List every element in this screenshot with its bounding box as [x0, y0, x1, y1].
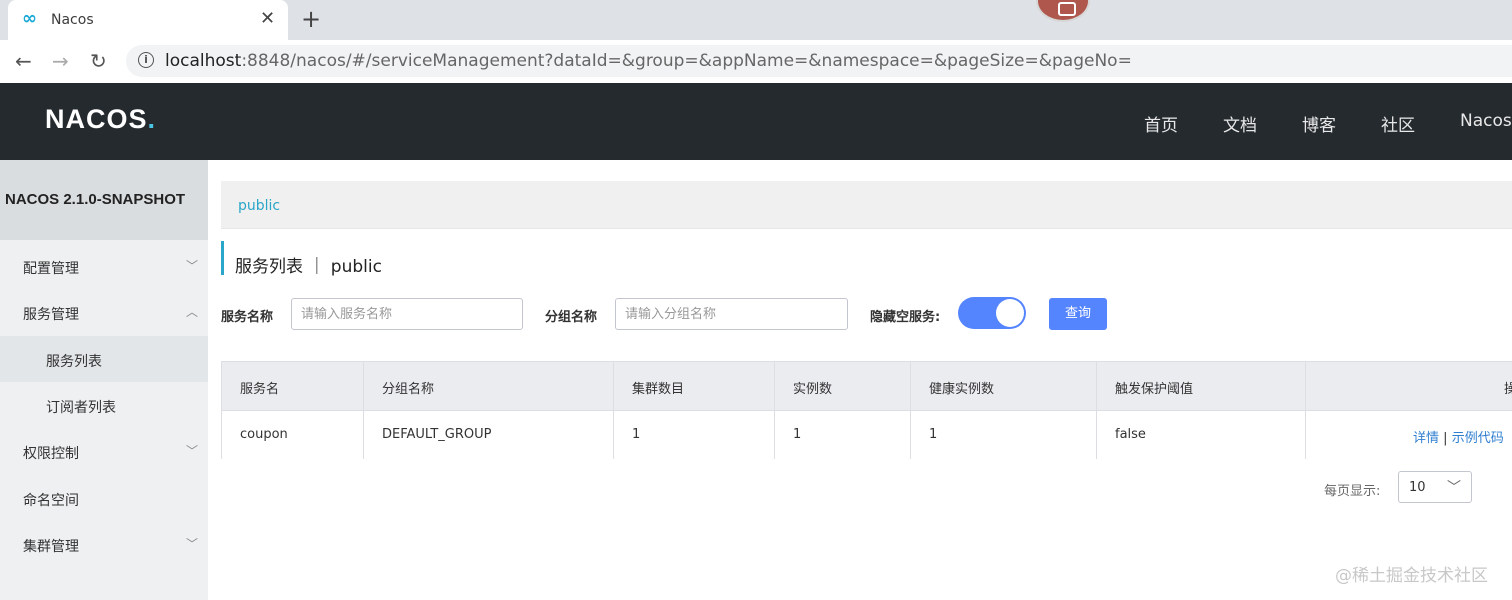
- chevron-down-icon: ﹀: [186, 444, 199, 458]
- row-cell: false: [1097, 411, 1306, 459]
- watermark: @稀土掘金技术社区: [1335, 566, 1488, 586]
- header-healthy-count: 健康实例数: [929, 382, 995, 397]
- sidebar-item-label: 订阅者列表: [46, 400, 116, 416]
- url-path: :8848/nacos/#/serviceManagement?dataId=&…: [241, 51, 1132, 71]
- sidebar-item-config-management[interactable]: 配置管理 ﹀: [0, 243, 208, 289]
- nav-home[interactable]: 首页: [1144, 111, 1178, 136]
- cell-protect-threshold: false: [1115, 427, 1146, 442]
- title-accent-bar: [221, 241, 224, 275]
- header-cell: 操: [1306, 362, 1512, 410]
- header-cell: 实例数: [775, 362, 911, 410]
- header-instance-count: 实例数: [793, 382, 833, 397]
- sidebar: NACOS 2.1.0-SNAPSHOT 配置管理 ﹀ 服务管理 ︿ 服务列表 …: [0, 160, 208, 600]
- browser-tab-bar: ∞ Nacos ✕ +: [0, 0, 1512, 40]
- logo-dot: .: [147, 104, 157, 134]
- address-bar: ← → ↻ i localhost:8848/nacos/#/serviceMa…: [0, 40, 1512, 83]
- cell-instance-count: 1: [793, 427, 802, 442]
- nav-community[interactable]: 社区: [1381, 111, 1415, 136]
- page-size-label: 每页显示:: [1324, 484, 1381, 499]
- logo-text: NACOS: [45, 104, 148, 134]
- sidebar-item-label: 权限控制: [23, 446, 79, 462]
- cell-cluster-count: 1: [632, 427, 641, 442]
- tab-title: Nacos: [51, 12, 94, 28]
- row-cell: 1: [775, 411, 911, 459]
- header-cell: 集群数目: [614, 362, 775, 410]
- info-icon[interactable]: i: [138, 52, 154, 68]
- table-row: coupon DEFAULT_GROUP 1 1 1 false: [222, 410, 1512, 459]
- cell-group-name: DEFAULT_GROUP: [382, 427, 492, 442]
- namespace-bar: public: [221, 181, 1512, 229]
- header-cell: 分组名称: [364, 362, 614, 410]
- sidebar-item-service-management[interactable]: 服务管理 ︿: [0, 289, 208, 335]
- group-name-label: 分组名称: [545, 310, 598, 325]
- reload-icon[interactable]: ↻: [90, 49, 107, 73]
- service-name-input[interactable]: [291, 298, 523, 330]
- cell-healthy-count: 1: [929, 427, 938, 442]
- header-cluster-count: 集群数目: [632, 382, 685, 397]
- url-text: localhost:8848/nacos/#/serviceManagement…: [165, 51, 1132, 71]
- nav-blog[interactable]: 博客: [1302, 111, 1336, 136]
- new-tab-icon[interactable]: +: [301, 5, 321, 33]
- close-icon[interactable]: ✕: [260, 8, 275, 29]
- row-actions: 详情 | 示例代码: [1413, 427, 1504, 446]
- hide-empty-toggle[interactable]: [958, 297, 1026, 329]
- sidebar-item-label: 集群管理: [23, 539, 79, 555]
- sidebar-item-label: 配置管理: [23, 261, 79, 277]
- nacos-logo[interactable]: NACOS.: [45, 104, 156, 135]
- url-field[interactable]: i localhost:8848/nacos/#/serviceManageme…: [126, 45, 1512, 77]
- table-header: 服务名 分组名称 集群数目 实例数 健康实例数 触发保护阈值 操: [222, 362, 1512, 410]
- sidebar-item-namespace[interactable]: 命名空间: [0, 475, 208, 521]
- sidebar-item-cluster-management[interactable]: 集群管理 ﹀: [0, 521, 208, 567]
- row-cell: DEFAULT_GROUP: [364, 411, 614, 459]
- header-cell: 触发保护阈值: [1097, 362, 1306, 410]
- row-cell: 1: [911, 411, 1097, 459]
- sidebar-item-access-control[interactable]: 权限控制 ﹀: [0, 428, 208, 474]
- forward-icon[interactable]: →: [52, 49, 69, 73]
- sample-code-link[interactable]: 示例代码: [1452, 431, 1504, 446]
- version-label: NACOS 2.1.0-SNAPSHOT: [5, 191, 186, 208]
- header-cell: 服务名: [222, 362, 364, 410]
- cell-service-name: coupon: [240, 427, 288, 442]
- detail-link[interactable]: 详情: [1413, 431, 1439, 446]
- header-group-name: 分组名称: [382, 382, 435, 397]
- nav-nacos[interactable]: Nacos: [1460, 111, 1512, 131]
- chevron-down-icon: ﹀: [1447, 480, 1461, 496]
- chevron-down-icon: ﹀: [186, 537, 199, 551]
- service-name-label: 服务名称: [221, 310, 274, 325]
- page-size-select[interactable]: 10 ﹀: [1398, 471, 1472, 503]
- chevron-down-icon: ﹀: [186, 259, 199, 273]
- version-banner: NACOS 2.1.0-SNAPSHOT: [0, 160, 208, 240]
- camera-icon[interactable]: [1036, 0, 1090, 22]
- toggle-knob: [996, 299, 1024, 327]
- sidebar-item-label: 命名空间: [23, 493, 79, 509]
- group-name-input[interactable]: [615, 298, 848, 330]
- sidebar-item-subscriber-list[interactable]: 订阅者列表: [0, 382, 208, 428]
- service-table: 服务名 分组名称 集群数目 实例数 健康实例数 触发保护阈值 操 coupon …: [221, 361, 1512, 459]
- nav-docs[interactable]: 文档: [1223, 111, 1257, 136]
- browser-tab[interactable]: ∞ Nacos ✕: [8, 0, 288, 40]
- header-cell: 健康实例数: [911, 362, 1097, 410]
- sidebar-item-service-list[interactable]: 服务列表: [0, 336, 208, 382]
- nacos-favicon-icon: ∞: [22, 8, 37, 29]
- sidebar-item-label: 服务管理: [23, 307, 79, 323]
- namespace-public-link[interactable]: public: [238, 198, 280, 214]
- header-protect-threshold: 触发保护阈值: [1115, 382, 1194, 397]
- url-host: localhost: [165, 51, 242, 71]
- sidebar-item-label: 服务列表: [46, 354, 102, 370]
- row-cell: coupon: [222, 411, 364, 459]
- action-separator: |: [1443, 431, 1448, 446]
- search-button[interactable]: 查询: [1049, 298, 1107, 330]
- app-header: NACOS. 首页 文档 博客 社区 Nacos: [0, 83, 1512, 160]
- page-title: 服务列表 ｜ public: [235, 257, 382, 277]
- header-operation: 操: [1504, 382, 1512, 397]
- back-icon[interactable]: ←: [15, 49, 32, 73]
- row-cell: 1: [614, 411, 775, 459]
- hide-empty-label: 隐藏空服务:: [870, 310, 941, 325]
- chevron-up-icon: ︿: [186, 305, 199, 319]
- page-size-value: 10: [1409, 480, 1426, 495]
- header-service-name: 服务名: [240, 382, 280, 397]
